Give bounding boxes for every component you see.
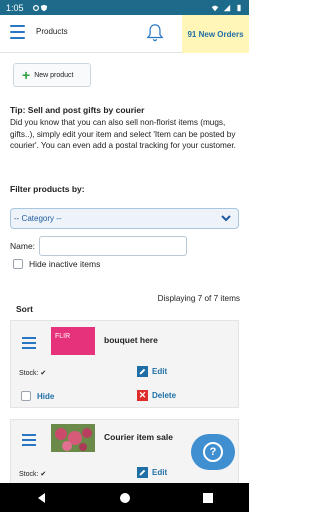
sort-label: Sort	[16, 304, 33, 314]
page-title: Products	[36, 27, 68, 36]
shield-icon	[40, 4, 47, 11]
product-title: bouquet here	[104, 335, 158, 345]
stock-status: Stock: ✔	[19, 471, 47, 478]
delete-x-icon: ✕	[137, 390, 148, 401]
product-thumbnail[interactable]: FLIR	[51, 327, 95, 355]
status-bar: 1:05	[0, 0, 249, 15]
plus-icon: +	[22, 67, 31, 83]
pencil-icon	[137, 467, 148, 478]
hide-button[interactable]: Hide	[21, 391, 54, 401]
drag-handle-icon[interactable]	[22, 434, 36, 446]
new-product-label: New product	[34, 71, 74, 79]
name-input[interactable]	[39, 236, 187, 256]
edit-button[interactable]: Edit	[137, 366, 167, 377]
product-title: Courier item sale	[104, 432, 173, 442]
app-bar: Products 91 New Orders	[0, 15, 249, 53]
drag-handle-icon[interactable]	[22, 337, 36, 349]
question-icon: ?	[203, 442, 223, 462]
displaying-count: Displaying 7 of 7 items	[157, 294, 240, 303]
hide-inactive-toggle[interactable]: Hide inactive items	[13, 259, 100, 269]
hamburger-icon[interactable]	[10, 25, 25, 39]
category-select[interactable]: -- Category --	[10, 208, 239, 229]
hide-checkbox[interactable]	[21, 391, 31, 401]
delete-label: Delete	[152, 391, 177, 400]
settings-icon	[32, 4, 39, 11]
battery-icon	[237, 4, 241, 11]
products-content: + New product Tip: Sell and post gifts b…	[0, 53, 249, 483]
edit-button[interactable]: Edit	[137, 467, 167, 478]
edit-label: Edit	[152, 367, 168, 376]
delete-button[interactable]: ✕ Delete	[137, 390, 176, 401]
hide-inactive-checkbox[interactable]	[13, 259, 23, 269]
product-thumbnail[interactable]	[51, 424, 95, 452]
thumbnail-logo-text: FLIR	[55, 333, 70, 340]
category-selected: -- Category --	[14, 214, 62, 223]
hide-inactive-label: Hide inactive items	[29, 259, 101, 269]
edit-label: Edit	[152, 468, 168, 477]
signal-icon	[223, 4, 231, 11]
chevron-down-icon	[221, 215, 231, 222]
help-button[interactable]: ?	[191, 434, 235, 470]
tip-text: Did you know that you can also sell non-…	[10, 118, 236, 150]
bell-icon[interactable]	[146, 23, 164, 43]
name-label: Name:	[10, 241, 36, 251]
new-product-button[interactable]: + New product	[13, 63, 91, 87]
recents-icon[interactable]	[201, 491, 215, 505]
tip-title: Tip: Sell and post gifts by courier	[10, 105, 145, 115]
status-time: 1:05	[6, 2, 24, 13]
product-card: FLIR bouquet here Stock: ✔ Edit Hide ✕ D…	[10, 320, 239, 408]
system-nav-bar	[0, 483, 249, 512]
stock-status: Stock: ✔	[19, 370, 47, 377]
back-icon[interactable]	[35, 491, 49, 505]
home-icon[interactable]	[118, 491, 132, 505]
filter-title: Filter products by:	[10, 184, 85, 194]
wifi-icon	[211, 5, 219, 11]
pencil-icon	[137, 366, 148, 377]
hide-label: Hide	[37, 391, 55, 401]
new-orders-button[interactable]: 91 New Orders	[182, 15, 249, 53]
